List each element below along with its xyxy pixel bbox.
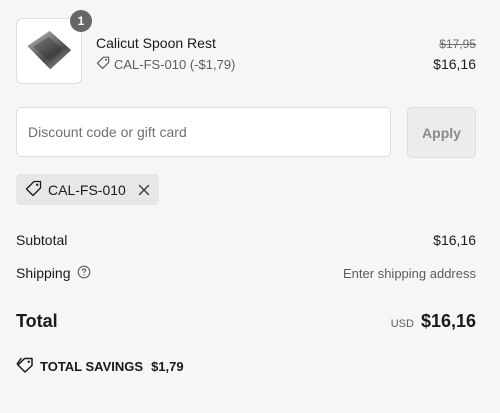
final-price: $16,16 bbox=[433, 56, 476, 72]
apply-button[interactable]: Apply bbox=[407, 107, 476, 158]
product-image bbox=[27, 30, 72, 70]
subtotal-value: $16,16 bbox=[433, 232, 476, 248]
tag-icon bbox=[16, 357, 34, 376]
tag-icon bbox=[96, 56, 110, 73]
close-icon[interactable] bbox=[138, 184, 150, 196]
total-value: $16,16 bbox=[420, 310, 476, 331]
question-circle-icon[interactable] bbox=[77, 265, 91, 282]
product-discount-label: CAL-FS-010 (-$1,79) bbox=[114, 57, 236, 72]
applied-code-label: CAL-FS-010 bbox=[48, 181, 126, 198]
shipping-label-group: Shipping bbox=[16, 265, 91, 282]
total-row: Total USD $16,16 bbox=[16, 308, 476, 334]
currency-code: USD bbox=[390, 317, 414, 330]
discount-code-input[interactable] bbox=[16, 107, 391, 157]
line-item: 1 Calicut Spoon Rest CAL-FS-010 (-$1,79)… bbox=[16, 10, 476, 84]
shipping-label: Shipping bbox=[16, 265, 71, 281]
product-discount: CAL-FS-010 (-$1,79) bbox=[96, 56, 235, 73]
savings-value: $1,79 bbox=[151, 358, 184, 374]
subtotal-row: Subtotal $16,16 bbox=[16, 230, 476, 250]
shipping-row: Shipping Enter shipping address bbox=[16, 263, 476, 283]
quantity-badge: 1 bbox=[70, 10, 92, 32]
subtotal-label: Subtotal bbox=[16, 232, 68, 248]
applied-discount-chip: CAL-FS-010 bbox=[16, 174, 159, 205]
total-amount-group: USD $16,16 bbox=[391, 311, 476, 332]
savings-label: TOTAL SAVINGS bbox=[40, 358, 144, 374]
tag-icon bbox=[25, 180, 42, 200]
total-label: Total bbox=[16, 310, 58, 331]
product-name: Calicut Spoon Rest bbox=[96, 35, 216, 51]
total-savings: TOTAL SAVINGS $1,79 bbox=[16, 356, 184, 376]
shipping-value: Enter shipping address bbox=[343, 265, 476, 281]
compare-price: $17,95 bbox=[439, 37, 476, 51]
product-thumbnail: 1 bbox=[16, 10, 92, 84]
